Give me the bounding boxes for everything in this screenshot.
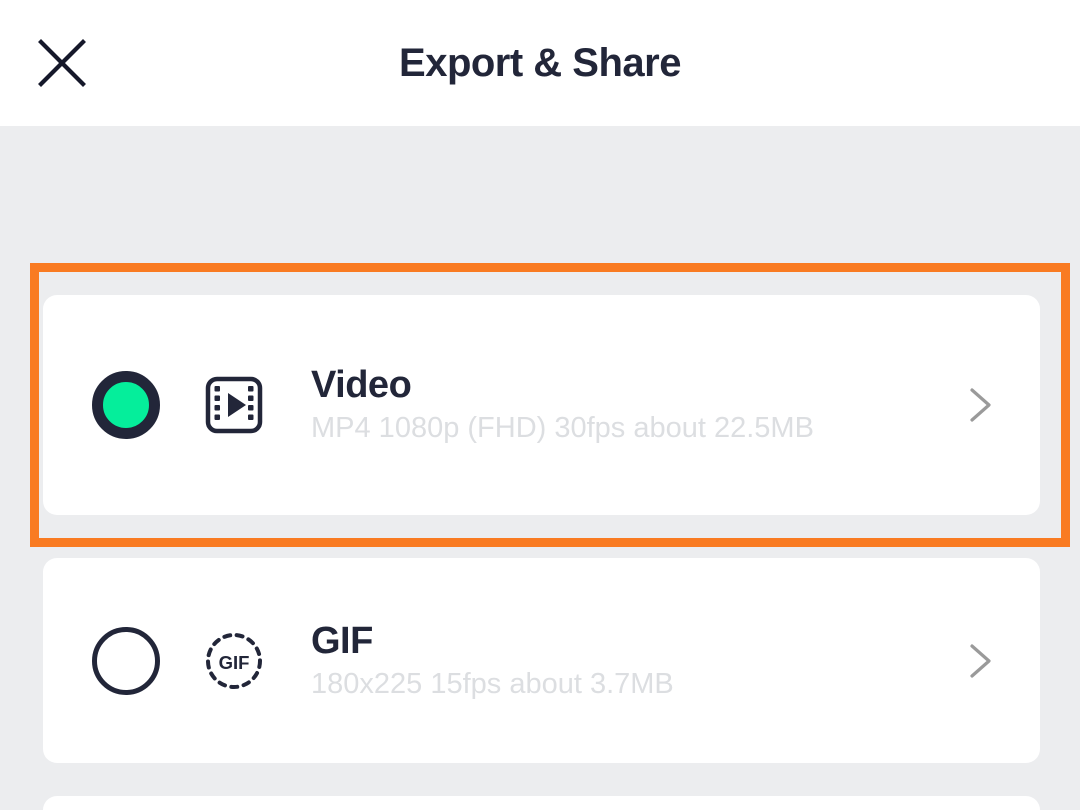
export-options-list: Video MP4 1080p (FHD) 30fps about 22.5MB… xyxy=(0,126,1080,810)
dialog-header: Export & Share xyxy=(0,0,1080,126)
option-row-gif[interactable]: GIF GIF 180x225 15fps about 3.7MB xyxy=(43,558,1040,763)
close-icon xyxy=(37,38,87,88)
close-button[interactable] xyxy=(30,31,94,95)
option-text-video: Video MP4 1080p (FHD) 30fps about 22.5MB xyxy=(311,364,960,445)
film-icon xyxy=(202,373,266,437)
svg-text:GIF: GIF xyxy=(219,652,250,673)
option-title: Video xyxy=(311,364,412,407)
option-text-gif: GIF 180x225 15fps about 3.7MB xyxy=(311,619,960,701)
radio-gif[interactable] xyxy=(92,626,160,695)
option-row-image-sequence[interactable]: Image Sequence PNG 360p 15fps about 44.4… xyxy=(43,796,1040,810)
chevron-right-icon[interactable] xyxy=(960,385,1000,425)
option-title: GIF xyxy=(311,619,373,662)
option-row-video[interactable]: Video MP4 1080p (FHD) 30fps about 22.5MB xyxy=(43,295,1040,515)
chevron-right-icon[interactable] xyxy=(960,641,1000,681)
option-subtitle: 180x225 15fps about 3.7MB xyxy=(311,667,674,700)
page-title: Export & Share xyxy=(399,41,681,85)
radio-video[interactable] xyxy=(92,371,160,439)
gif-icon: GIF xyxy=(202,629,266,693)
option-subtitle: MP4 1080p (FHD) 30fps about 22.5MB xyxy=(311,412,814,445)
